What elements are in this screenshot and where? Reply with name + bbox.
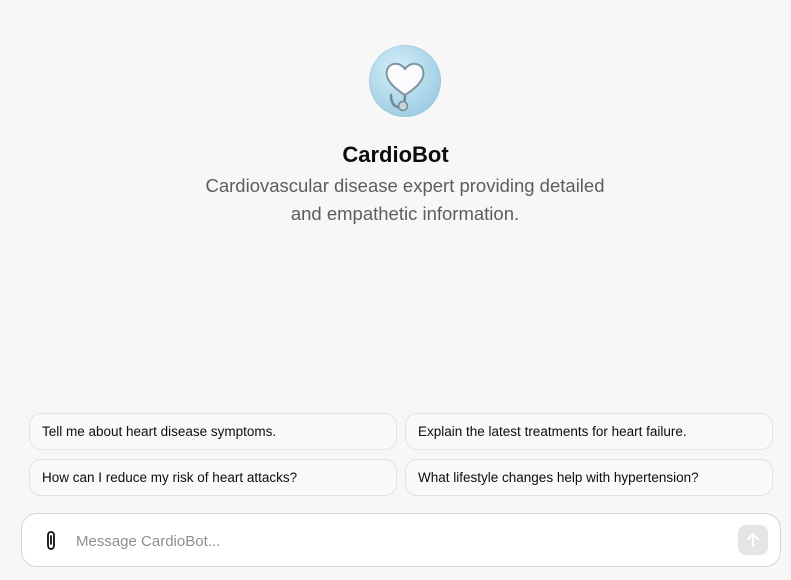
arrow-up-icon — [747, 533, 759, 547]
message-input[interactable] — [76, 528, 716, 554]
suggestion-grid: Tell me about heart disease symptoms. Ex… — [29, 413, 773, 496]
bot-avatar — [369, 45, 441, 117]
send-button[interactable] — [738, 525, 768, 555]
paperclip-icon — [47, 531, 55, 550]
attach-button[interactable] — [40, 529, 62, 553]
chat-page: CardioBot Cardiovascular disease expert … — [0, 0, 791, 580]
bot-description-line2: and empathetic information. — [290, 203, 520, 224]
message-composer — [21, 513, 781, 567]
suggestion-card[interactable]: Explain the latest treatments for heart … — [405, 413, 773, 450]
suggestion-card[interactable]: What lifestyle changes help with hyperte… — [405, 459, 773, 496]
bot-description: Cardiovascular disease expert providing … — [180, 172, 630, 228]
suggestion-card[interactable]: How can I reduce my risk of heart attack… — [29, 459, 397, 496]
suggestion-card[interactable]: Tell me about heart disease symptoms. — [29, 413, 397, 450]
heart-stethoscope-icon — [385, 62, 425, 112]
bot-name: CardioBot — [342, 142, 449, 167]
bot-description-line1: Cardiovascular disease expert providing … — [205, 175, 605, 196]
